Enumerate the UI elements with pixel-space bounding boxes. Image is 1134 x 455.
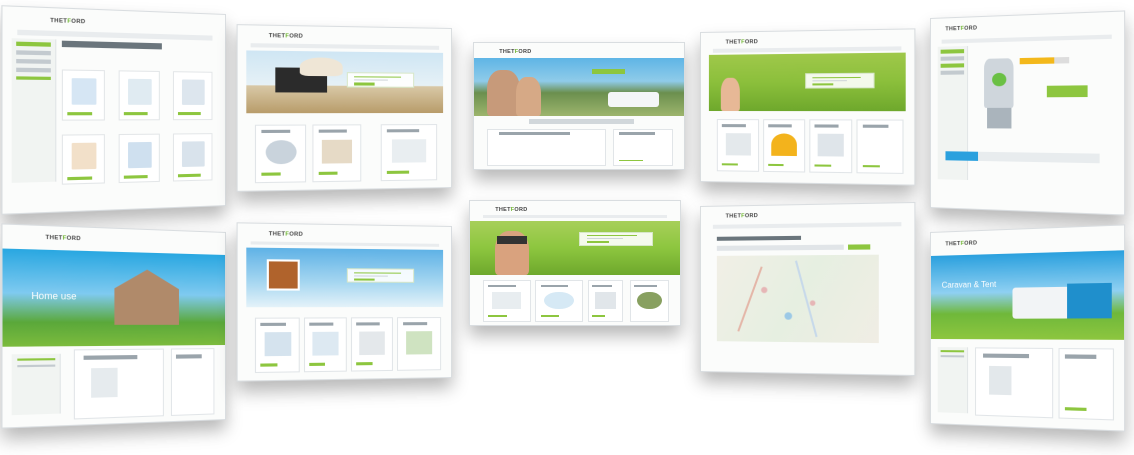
logo: THETFORD	[725, 38, 759, 46]
partner-logos	[528, 118, 634, 124]
panel-beach-laptop: THETFORD	[236, 24, 452, 192]
sidebar	[938, 347, 969, 413]
panel-home-use: THETFORD Home use	[1, 223, 227, 429]
feature-card	[535, 280, 584, 323]
feature-card	[482, 280, 531, 323]
panel-product-detail: THETFORD	[930, 10, 1126, 216]
feature-card	[717, 118, 759, 172]
sign-icon	[266, 259, 300, 291]
search-button[interactable]	[848, 244, 871, 251]
nav-bar	[251, 240, 439, 248]
hat-icon	[299, 56, 343, 76]
rating-stars	[1019, 57, 1069, 65]
nav-bar	[713, 46, 901, 53]
nav-bar	[941, 34, 1112, 45]
panel-binoculars-child: THETFORD	[469, 200, 681, 326]
hero-image	[474, 58, 684, 117]
hero-image	[246, 247, 443, 307]
side-card	[629, 280, 670, 323]
panel-sky-sign: THETFORD	[236, 222, 452, 382]
feature-card	[809, 119, 853, 174]
sidebar	[12, 353, 61, 415]
content-card	[486, 128, 607, 166]
panel-mountain-couple: THETFORD	[473, 42, 685, 170]
hero-callout	[805, 73, 875, 89]
hero-title: Caravan & Tent	[941, 279, 997, 290]
product-tile	[118, 133, 161, 184]
hero-image	[709, 52, 906, 112]
search-input[interactable]	[717, 244, 844, 252]
product-tile	[118, 70, 161, 121]
binoculars-icon	[497, 236, 527, 244]
page-title	[61, 41, 163, 50]
logo: THETFORD	[495, 206, 528, 213]
logo: THETFORD	[50, 17, 86, 25]
feature-card	[312, 124, 362, 182]
content-card	[612, 128, 674, 166]
logo: THETFORD	[45, 235, 81, 243]
product-tile	[172, 71, 213, 120]
map-card	[397, 317, 441, 371]
person-image	[516, 76, 542, 117]
product-tile	[172, 132, 213, 182]
product-image	[975, 58, 1024, 129]
hero-callout	[346, 72, 415, 89]
hero-callout	[579, 231, 653, 246]
hero-button	[591, 68, 626, 75]
logo: THETFORD	[268, 33, 304, 40]
sidebar	[12, 37, 56, 183]
logo: THETFORD	[268, 230, 304, 238]
page-title	[717, 235, 801, 242]
feature-card	[380, 123, 437, 181]
promo-box	[1066, 282, 1112, 319]
logo: THETFORD	[499, 48, 532, 55]
logo: THETFORD	[725, 213, 759, 220]
nav-bar	[482, 214, 668, 218]
hero-image	[470, 220, 680, 276]
hand-image	[720, 77, 740, 112]
hero-image: Home use	[2, 248, 226, 347]
logo: THETFORD	[945, 25, 978, 33]
nav-bar	[713, 222, 901, 229]
product-tabs[interactable]	[945, 150, 1100, 164]
nav-bar	[251, 43, 439, 51]
feature-card	[587, 280, 624, 323]
panel-dealer-map: THETFORD	[700, 201, 916, 377]
feature-card	[351, 317, 394, 372]
hero-title: Home use	[31, 290, 77, 302]
panel-grass-hand: THETFORD	[700, 28, 916, 186]
dealer-map[interactable]	[717, 254, 879, 344]
feature-card	[255, 124, 306, 183]
hero-image	[246, 50, 443, 113]
panel-caravan-tent: THETFORD Caravan & Tent	[930, 224, 1126, 432]
house-image	[114, 269, 179, 325]
logo: THETFORD	[945, 239, 978, 248]
feature-card	[762, 118, 806, 173]
product-tile	[61, 133, 106, 186]
product-card	[73, 348, 165, 420]
feature-card	[255, 317, 300, 374]
buy-button[interactable]	[1047, 84, 1088, 98]
hero-image: Caravan & Tent	[930, 250, 1125, 341]
panel-toilet-care: THETFORD	[1, 5, 227, 215]
side-card	[1059, 348, 1114, 421]
product-tile	[61, 69, 106, 121]
product-card	[974, 347, 1054, 418]
hero-callout	[346, 268, 415, 284]
side-card	[170, 348, 215, 416]
website-showcase: THETFORD THETFORD THETFORD THETFORD THET…	[0, 0, 1134, 455]
feature-card	[303, 317, 347, 373]
side-card	[856, 119, 904, 175]
motorhome-image	[608, 91, 659, 107]
